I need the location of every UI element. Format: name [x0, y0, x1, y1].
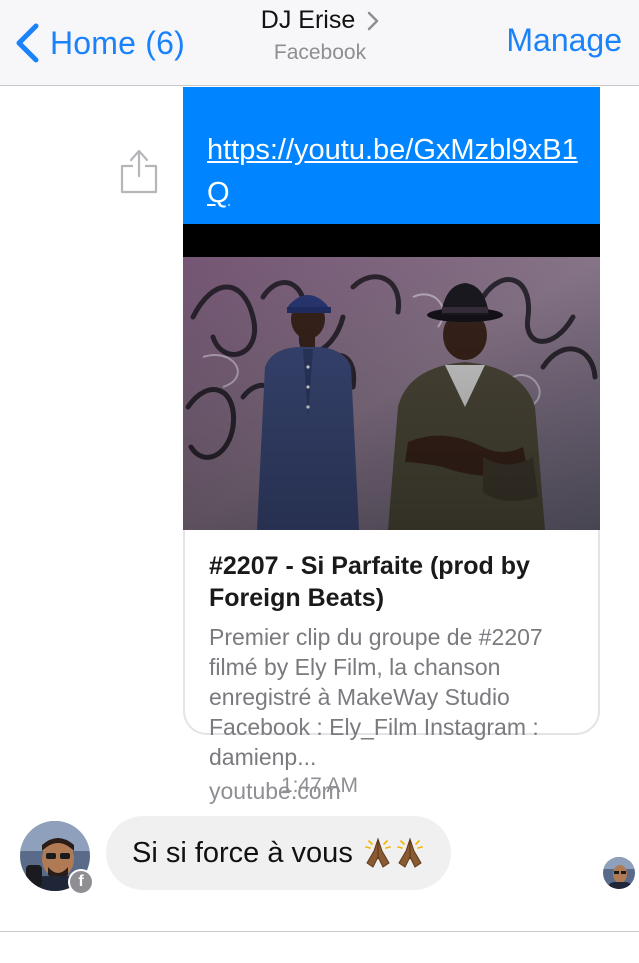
link-preview-details[interactable]: #2207 - Si Parfaite (prod by Foreign Bea… [183, 530, 600, 804]
youtube-link[interactable]: https://youtu.be/GxMzbl9xB1Q [207, 134, 578, 209]
praying-hands-icon [363, 837, 425, 869]
chevron-right-icon [367, 11, 379, 30]
video-thumbnail[interactable] [183, 257, 600, 530]
message-text: Si si force à vous [132, 836, 353, 869]
back-label: Home (6) [50, 24, 185, 61]
conversation-title: DJ Erise [260, 6, 356, 34]
conversation-title-button[interactable]: DJ Erise Facebook [170, 6, 470, 65]
seen-receipt-avatar [603, 857, 635, 889]
conversation-subtitle: Facebook [273, 41, 367, 64]
link-title: #2207 - Si Parfaite (prod by Foreign Bea… [209, 552, 530, 612]
video-letterbox [183, 224, 600, 257]
link-description: Premier clip du groupe de #2207 filmé by… [209, 624, 543, 770]
message-timestamp: 1:47 AM [280, 774, 359, 797]
received-message-bubble[interactable]: Si si force à vous [106, 816, 451, 890]
facebook-badge-icon: f [68, 869, 94, 895]
link-bubble: https://youtu.be/GxMzbl9xB1Q [183, 87, 600, 224]
chevron-left-icon [16, 23, 39, 63]
share-icon[interactable] [119, 148, 159, 194]
back-button[interactable]: Home (6) [14, 18, 185, 68]
manage-button[interactable]: Manage [506, 22, 622, 59]
nav-header: Home (6) DJ Erise Facebook Manage [0, 0, 639, 86]
link-preview-card: https://youtu.be/GxMzbl9xB1Q #2207 - Si … [183, 87, 600, 804]
messenger-screen: Home (6) DJ Erise Facebook Manage https:… [0, 0, 639, 963]
composer-divider [0, 931, 639, 932]
